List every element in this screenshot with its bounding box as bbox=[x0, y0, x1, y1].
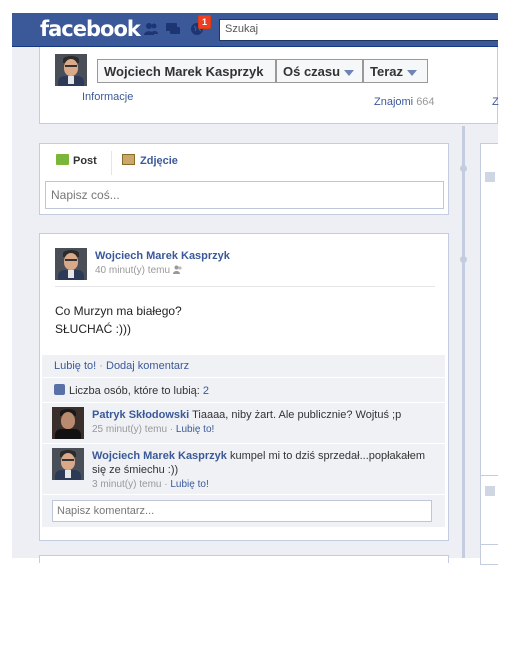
timeline-dropdown-label: Oś czasu bbox=[283, 64, 341, 79]
status-icon bbox=[56, 154, 69, 165]
post-timestamp[interactable]: 40 minut(y) temu bbox=[95, 265, 183, 276]
tab-photo-label: Zdjęcie bbox=[140, 155, 178, 167]
timeline-spine bbox=[462, 126, 465, 558]
top-navigation-bar: facebook 1 Szukaj bbox=[12, 13, 498, 47]
thumbs-up-icon bbox=[54, 384, 65, 395]
status-composer: Post Zdjęcie Napisz coś... bbox=[39, 143, 449, 215]
comment-author-link[interactable]: Wojciech Marek Kasprzyk bbox=[92, 450, 227, 462]
add-comment-button[interactable]: Dodaj komentarz bbox=[106, 360, 189, 372]
now-dropdown[interactable]: Teraz bbox=[363, 59, 428, 83]
comment: Wojciech Marek Kasprzyk kumpel mi to dzi… bbox=[42, 444, 445, 495]
card-icon bbox=[485, 172, 495, 182]
facebook-logo[interactable]: facebook bbox=[40, 17, 141, 41]
like-button[interactable]: Lubię to! bbox=[54, 360, 96, 372]
comment-time[interactable]: 25 minut(y) temu bbox=[92, 424, 167, 435]
tab-post[interactable]: Post bbox=[56, 154, 97, 167]
timeline-dropdown[interactable]: Oś czasu bbox=[276, 59, 363, 83]
post-text-line: SŁUCHAĆ :))) bbox=[55, 322, 132, 336]
post-author-avatar[interactable] bbox=[55, 248, 87, 280]
reply-row: Napisz komentarz... bbox=[42, 495, 445, 528]
likes-label: Liczba osób, które to lubią: bbox=[69, 385, 200, 397]
comment-like-button[interactable]: Lubię to! bbox=[170, 479, 208, 490]
friends-label: Znajomi bbox=[374, 96, 414, 108]
profile-name-button[interactable]: Wojciech Marek Kasprzyk bbox=[97, 59, 276, 83]
comment-text: Tiaaaa, niby żart. Ale publicznie? Wojtu… bbox=[192, 409, 402, 421]
likes-summary: Liczba osób, które to lubią: 2 bbox=[42, 378, 445, 403]
tab-post-label: Post bbox=[73, 155, 97, 167]
status-input[interactable]: Napisz coś... bbox=[45, 181, 444, 209]
comment-like-button[interactable]: Lubię to! bbox=[176, 424, 214, 435]
comment-author-link[interactable]: Patryk Skłodowski bbox=[92, 409, 189, 421]
tab-photo[interactable]: Zdjęcie bbox=[122, 154, 178, 167]
friends-link[interactable]: Znajomi 664 bbox=[374, 96, 435, 108]
profile-avatar[interactable] bbox=[55, 54, 87, 86]
page-body: Wojciech Marek Kasprzyk Oś czasu Teraz I… bbox=[12, 47, 499, 565]
comment-input[interactable]: Napisz komentarz... bbox=[52, 500, 432, 522]
info-link[interactable]: Informacje bbox=[82, 91, 133, 103]
commenter-avatar[interactable] bbox=[52, 407, 84, 439]
next-post-card bbox=[39, 555, 449, 563]
chevron-down-icon bbox=[344, 69, 355, 76]
messages-icon[interactable] bbox=[165, 22, 181, 36]
card-icon bbox=[485, 486, 495, 496]
timeline-post: Wojciech Marek Kasprzyk 40 minut(y) temu… bbox=[39, 233, 449, 541]
timeline-dot bbox=[460, 165, 467, 172]
comment: Patryk Skłodowski Tiaaaa, niby żart. Ale… bbox=[42, 403, 445, 444]
post-actions: Lubię to! · Dodaj komentarz bbox=[42, 355, 445, 378]
search-input[interactable]: Szukaj bbox=[219, 19, 498, 41]
notification-count-badge: 1 bbox=[198, 15, 212, 29]
post-text-line: Co Murzyn ma białego? bbox=[55, 304, 182, 318]
feedback-section: Lubię to! · Dodaj komentarz Liczba osób,… bbox=[42, 355, 445, 528]
commenter-avatar[interactable] bbox=[52, 448, 84, 480]
audience-friends-icon[interactable] bbox=[172, 265, 183, 274]
comment-time[interactable]: 3 minut(y) temu bbox=[92, 479, 161, 490]
friend-requests-icon[interactable] bbox=[143, 22, 159, 36]
post-time-text: 40 minut(y) temu bbox=[95, 265, 171, 276]
post-author-link[interactable]: Wojciech Marek Kasprzyk bbox=[95, 250, 230, 262]
timeline-dot bbox=[460, 256, 467, 263]
friends-count: 664 bbox=[416, 96, 435, 108]
likes-count-link[interactable]: 2 bbox=[203, 385, 209, 397]
cut-off-tab[interactable]: Z bbox=[492, 96, 499, 108]
photo-icon bbox=[122, 154, 135, 165]
timeline-header: Wojciech Marek Kasprzyk Oś czasu Teraz I… bbox=[39, 47, 499, 124]
right-column-card bbox=[480, 475, 498, 545]
chevron-down-icon bbox=[407, 69, 417, 76]
now-dropdown-label: Teraz bbox=[370, 64, 403, 79]
